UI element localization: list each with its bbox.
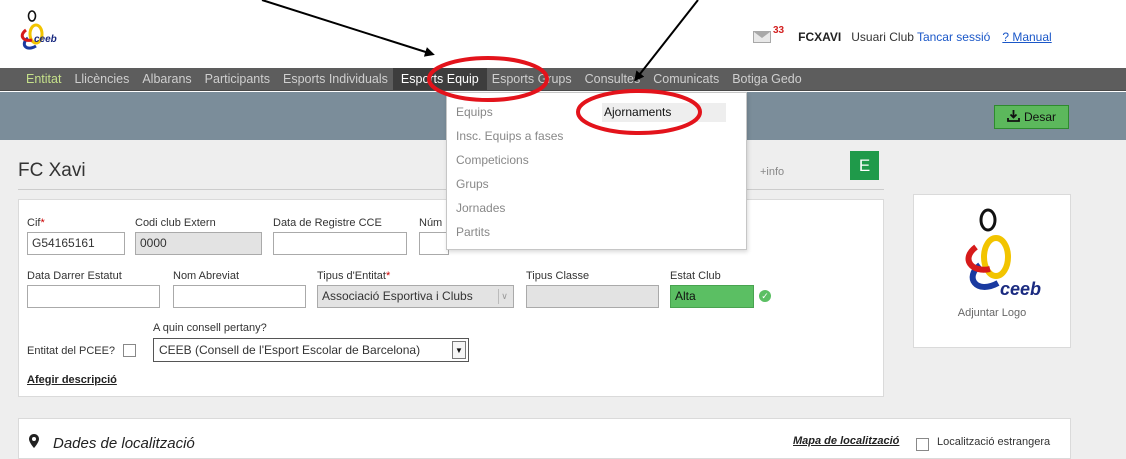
menu-item-partits[interactable]: Partits [456, 225, 490, 239]
cif-input[interactable]: G54165161 [27, 232, 125, 255]
save-button[interactable]: Desar [994, 105, 1069, 129]
attach-logo-caption: Adjuntar Logo [957, 307, 1027, 319]
data-estatut-input[interactable] [27, 285, 160, 308]
menu-item-ajornaments-label: Ajornaments [604, 105, 672, 119]
consell-value: CEEB (Consell de l'Esport Escolar de Bar… [159, 343, 421, 357]
nav-item-entitat[interactable]: Entitat [26, 72, 61, 86]
nav-item-botiga-gedo[interactable]: Botiga Gedo [732, 72, 802, 86]
check-circle-icon: ✓ [759, 290, 771, 302]
estat-club-label: Estat Club [670, 270, 721, 282]
pcee-checkbox[interactable] [123, 344, 136, 357]
location-title: Dades de localització [53, 435, 195, 452]
mail-icon[interactable] [753, 31, 771, 43]
menu-item-grups[interactable]: Grups [456, 177, 489, 191]
ceeb-logo-mark [20, 10, 44, 50]
tipus-entitat-select[interactable]: Associació Esportiva i Clubs ∨ [317, 285, 514, 308]
nav-item-esports-individuals[interactable]: Esports Individuals [283, 72, 388, 86]
foreign-location-label: Localització estrangera [937, 436, 1051, 448]
data-registre-label: Data de Registre CCE [273, 217, 382, 229]
num-input[interactable] [419, 232, 449, 255]
ceeb-logo[interactable]: ceeb [18, 10, 58, 52]
nav-item-participants[interactable]: Participants [205, 72, 270, 86]
pcee-label: Entitat del PCEE? [27, 345, 116, 357]
top-header: ceeb 33 FCXAVI Usuari Club Tancar sessió… [0, 0, 1126, 68]
menu-item-insc-equips-fases[interactable]: Insc. Equips a fases [456, 129, 563, 143]
nav-item-esports-grups[interactable]: Esports Grups [492, 72, 572, 86]
codi-club-label: Codi club Extern [135, 217, 216, 229]
tipus-entitat-label: Tipus d'Entitat* [317, 270, 391, 282]
map-pin-icon [29, 434, 39, 448]
codi-club-input[interactable]: 0000 [135, 232, 262, 255]
logo-large-brand-text: ceeb [1000, 279, 1042, 299]
menu-item-jornades[interactable]: Jornades [456, 201, 505, 215]
estat-club-input[interactable]: Alta [670, 285, 754, 308]
tipus-classe-input[interactable] [526, 285, 659, 308]
nav-item-consultes[interactable]: Consultes [585, 72, 641, 86]
data-estatut-label: Data Darrer Estatut [27, 270, 122, 282]
user-bar: 33 FCXAVI Usuari Club Tancar sessió ? Ma… [753, 25, 1052, 44]
location-map-link[interactable]: Mapa de localització [793, 435, 899, 447]
nom-abreviat-label: Nom Abreviat [173, 270, 240, 282]
chevron-down-icon: ▼ [452, 341, 466, 359]
num-label: Núm [419, 217, 443, 229]
menu-item-equips[interactable]: Equips [456, 105, 493, 119]
download-icon [1007, 109, 1020, 125]
nav-item-esports-equip[interactable]: Esports Equip [392, 68, 487, 90]
mail-count-badge: 33 [773, 24, 785, 36]
esports-equip-dropdown: Equips Insc. Equips a fases Competicions… [446, 92, 747, 250]
entity-status-badge: E [850, 151, 879, 180]
consell-label: A quin consell pertany? [153, 322, 267, 334]
cif-label: Cif* [27, 217, 45, 229]
foreign-location-checkbox[interactable] [916, 438, 929, 451]
logo-upload-card[interactable]: ceeb Adjuntar Logo [913, 194, 1071, 348]
consell-select[interactable]: CEEB (Consell de l'Esport Escolar de Bar… [153, 338, 469, 362]
nom-abreviat-input[interactable] [173, 285, 306, 308]
data-registre-input[interactable] [273, 232, 407, 255]
nav-item-llicencies[interactable]: Llicències [74, 72, 129, 86]
logout-link[interactable]: Tancar sessió [917, 30, 990, 44]
nav-item-albarans[interactable]: Albarans [142, 72, 191, 86]
save-button-label: Desar [1023, 110, 1056, 124]
manual-link[interactable]: ? Manual [1002, 30, 1051, 44]
tipus-entitat-value: Associació Esportiva i Clubs [322, 289, 473, 303]
entity-title: FC Xavi [18, 160, 86, 181]
tipus-classe-label: Tipus Classe [526, 270, 590, 282]
menu-item-ajornaments[interactable]: Ajornaments [602, 103, 726, 122]
user-code: FCXAVI [798, 30, 842, 44]
ceeb-logo-large: ceeb [962, 207, 1041, 299]
menu-item-competicions[interactable]: Competicions [456, 153, 529, 167]
nav-item-comunicats[interactable]: Comunicats [653, 72, 719, 86]
add-description-link[interactable]: Afegir descripció [27, 374, 117, 386]
location-card: Dades de localització Mapa de localitzac… [18, 418, 1071, 459]
logo-brand-text: ceeb [34, 34, 57, 45]
main-nav: Entitat Llicències Albarans Participants… [0, 68, 1126, 91]
user-role: Usuari Club [851, 30, 914, 44]
chevron-down-icon: ∨ [498, 289, 510, 304]
more-info-link[interactable]: +info [760, 166, 784, 178]
